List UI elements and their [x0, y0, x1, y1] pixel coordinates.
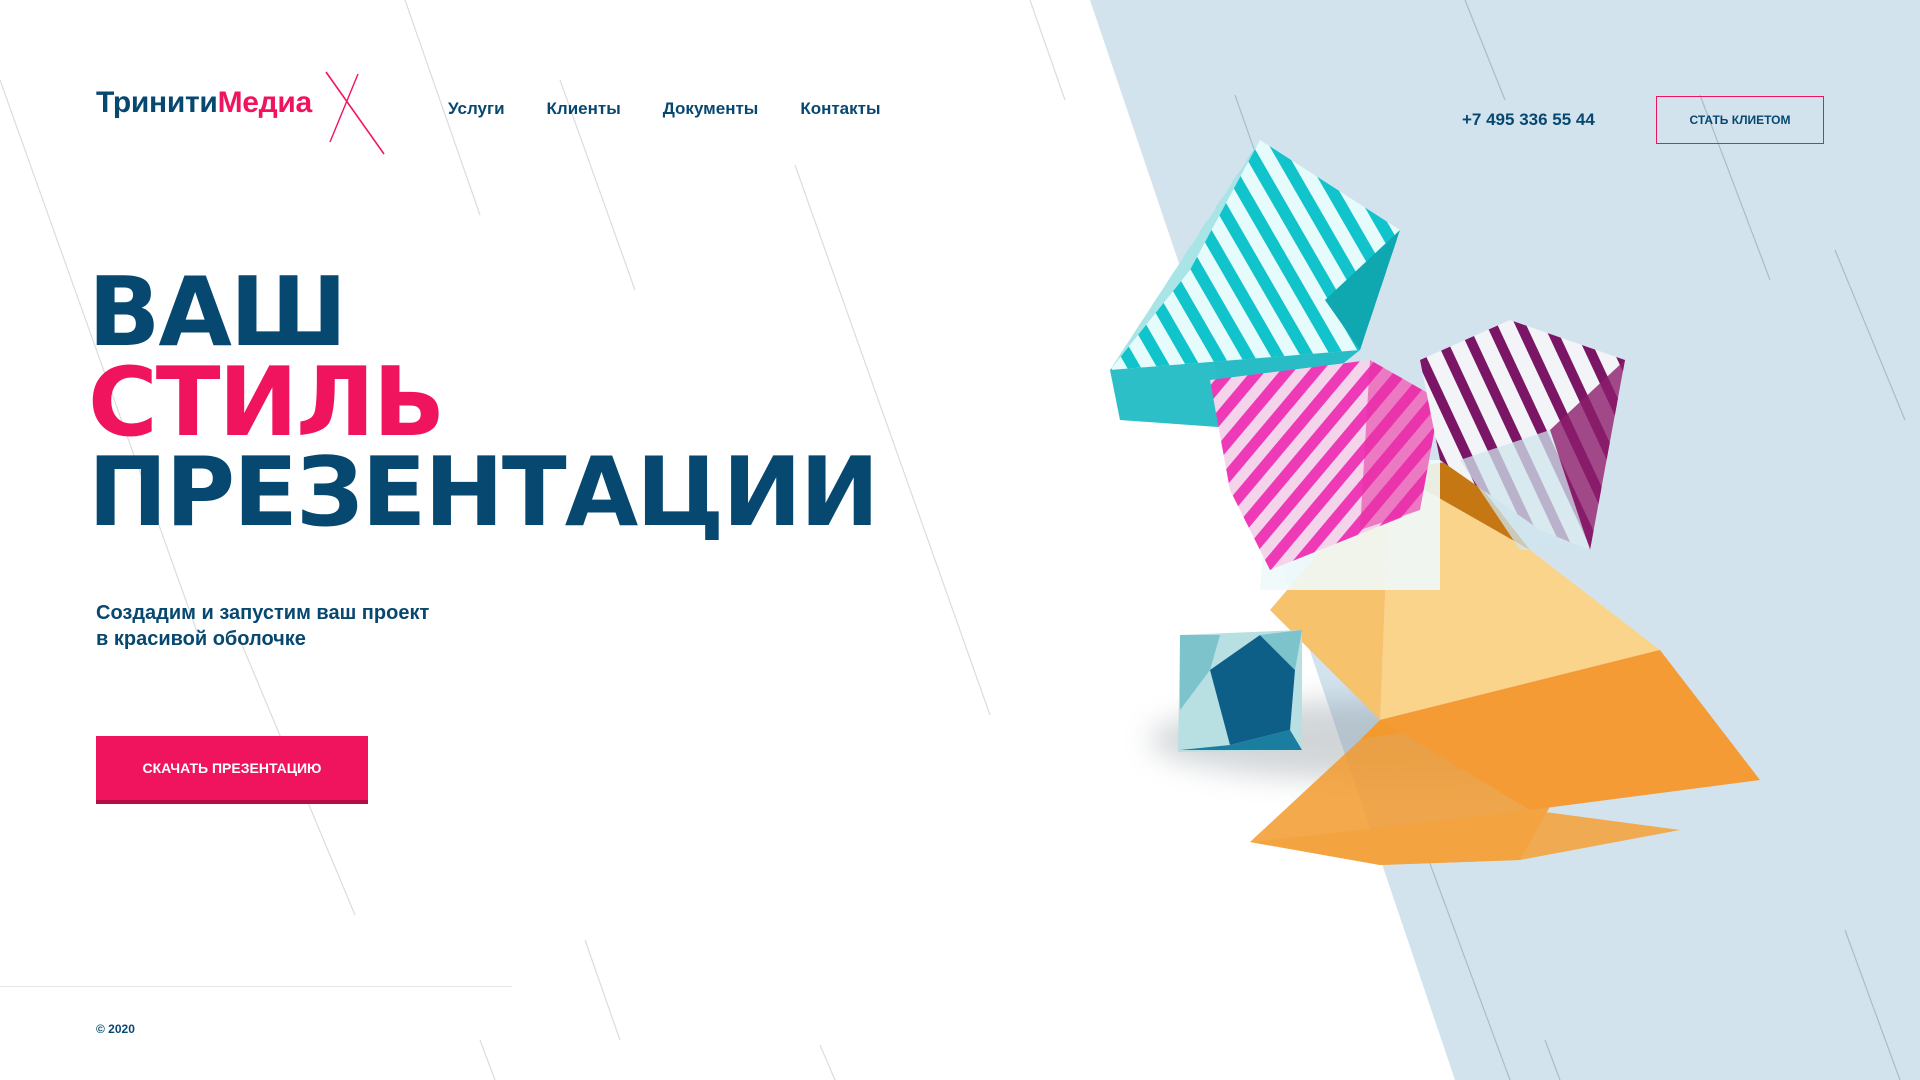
nav-item-contacts[interactable]: Контакты — [800, 99, 880, 119]
hero-subtitle: Создадим и запустим ваш проект в красиво… — [96, 600, 429, 652]
logo-text-part1: Тринити — [96, 86, 218, 119]
copyright-text: © 2020 — [96, 1022, 135, 1036]
nav-item-documents[interactable]: Документы — [663, 99, 759, 119]
footer-divider — [0, 986, 512, 987]
become-client-button[interactable]: СТАТЬ КЛИЕТОМ — [1656, 96, 1824, 144]
landing-page: ТринитиМедиа Услуги Клиенты Документы Ко… — [0, 0, 1920, 1080]
hero-title-line2: СТИЛЬ — [88, 348, 445, 458]
logo[interactable]: ТринитиМедиа — [96, 71, 385, 155]
logo-cross-mark-icon — [325, 71, 385, 155]
hero-subtitle-line2: в красивой оболочке — [96, 628, 306, 650]
phone-link[interactable]: +7 495 336 55 44 — [1462, 110, 1595, 130]
hero-title: ВАШ СТИЛЬ ПРЕЗЕНТАЦИИ — [88, 258, 879, 548]
logo-text-part2: Медиа — [217, 86, 313, 119]
hero-title-line3: ПРЕЗЕНТАЦИИ — [88, 438, 879, 548]
download-presentation-button[interactable]: СКАЧАТЬ ПРЕЗЕНТАЦИЮ — [96, 736, 368, 804]
nav-item-clients[interactable]: Клиенты — [547, 99, 621, 119]
nav-item-services[interactable]: Услуги — [448, 99, 505, 119]
hero-title-line1: ВАШ — [88, 258, 347, 368]
geometric-shapes-illustration — [1110, 140, 1760, 865]
hero-subtitle-line1: Создадим и запустим ваш проект — [96, 602, 430, 624]
main-nav: Услуги Клиенты Документы Контакты — [448, 99, 923, 119]
